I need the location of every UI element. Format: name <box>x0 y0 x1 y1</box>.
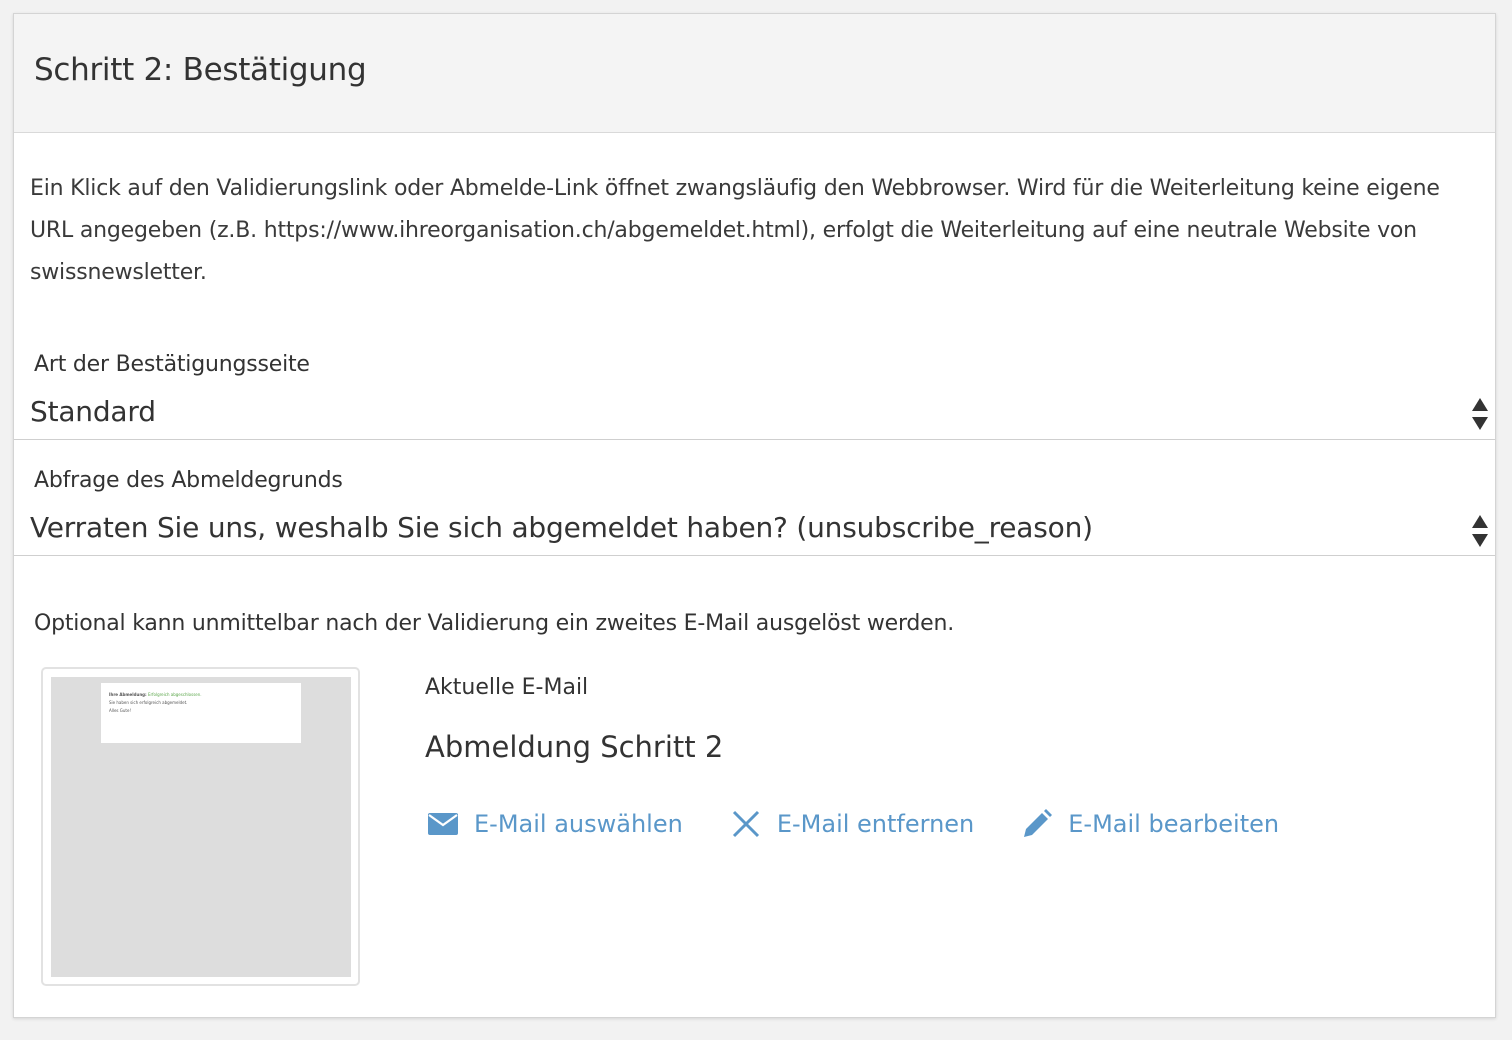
unsubscribe-reason-select[interactable]: Abfrage des Abmeldegrunds Verraten Sie u… <box>14 440 1495 556</box>
preview-line2: Sie haben sich erfolgreich abgemeldet. <box>109 700 188 705</box>
unsubscribe-reason-value[interactable]: Verraten Sie uns, weshalb Sie sich abgem… <box>30 511 1093 544</box>
panel-header: Schritt 2: Bestätigung <box>14 14 1495 133</box>
current-email-name: Abmeldung Schritt 2 <box>425 730 724 764</box>
email-actions: E-Mail auswählen E-Mail entfernen E-Mail… <box>428 804 1327 844</box>
intro-text: Ein Klick auf den Validierungslink oder … <box>30 176 1440 285</box>
sort-arrows-icon <box>1472 398 1488 430</box>
email-preview-thumbnail[interactable]: Ihre Abmeldung: Erfolgreich abgeschlosse… <box>41 667 360 986</box>
preview-line1-prefix: Ihre Abmeldung: <box>109 692 147 697</box>
preview-line3: Alles Gute! <box>109 708 132 713</box>
preview-line1-status: Erfolgreich abgeschlossen. <box>147 692 202 697</box>
confirmation-panel: Schritt 2: Bestätigung Ein Klick auf den… <box>13 13 1496 1018</box>
sort-arrows-icon <box>1472 515 1488 547</box>
remove-email-label: E-Mail entfernen <box>776 810 975 838</box>
email-preview-card: Ihre Abmeldung: Erfolgreich abgeschlosse… <box>101 683 301 743</box>
optional-email-text: Optional kann unmittelbar nach der Valid… <box>34 611 955 636</box>
edit-email-label: E-Mail bearbeiten <box>1068 810 1280 838</box>
unsubscribe-reason-label: Abfrage des Abmeldegrunds <box>34 468 343 493</box>
panel-title: Schritt 2: Bestätigung <box>34 52 367 88</box>
select-email-label: E-Mail auswählen <box>474 810 683 838</box>
pencil-icon <box>1024 809 1053 837</box>
confirmation-page-select[interactable]: Art der Bestätigungsseite Standard <box>14 339 1495 440</box>
envelope-icon <box>428 813 458 835</box>
remove-email-button[interactable]: E-Mail entfernen <box>731 809 974 839</box>
confirmation-page-value[interactable]: Standard <box>30 395 156 428</box>
select-email-button[interactable]: E-Mail auswählen <box>428 810 683 838</box>
close-x-icon <box>732 810 759 838</box>
edit-email-button[interactable]: E-Mail bearbeiten <box>1022 809 1279 839</box>
current-email-label: Aktuelle E-Mail <box>425 675 589 700</box>
email-preview-canvas: Ihre Abmeldung: Erfolgreich abgeschlosse… <box>51 677 351 977</box>
confirmation-page-label: Art der Bestätigungsseite <box>34 352 310 377</box>
